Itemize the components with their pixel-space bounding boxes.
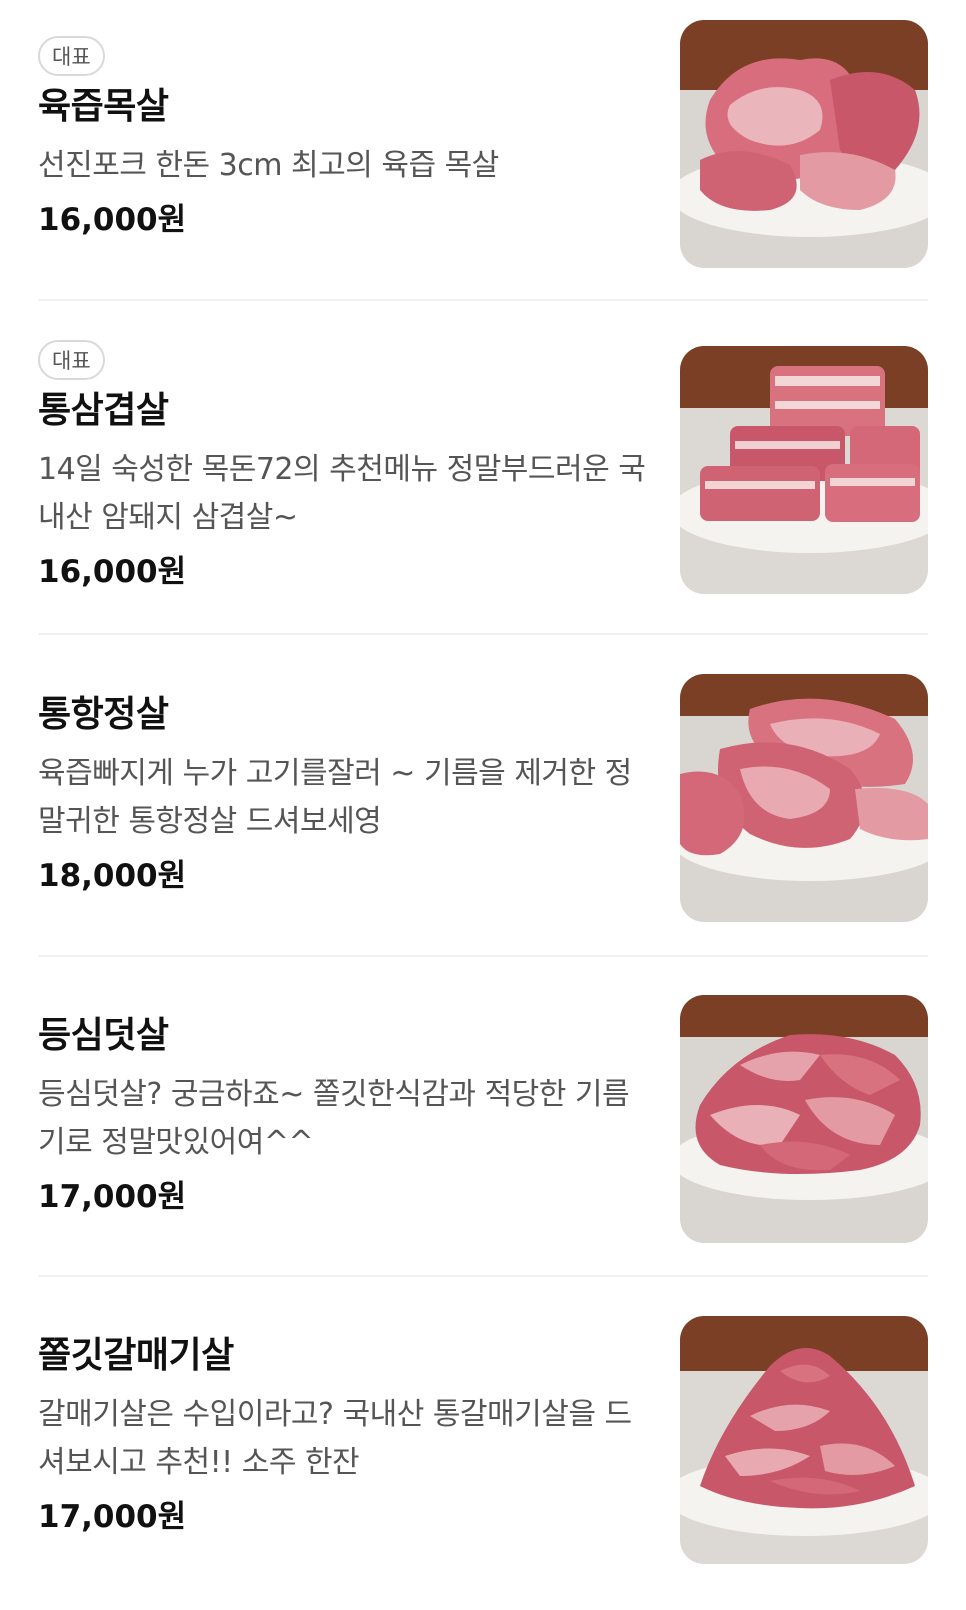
menu-item-description: 등심덧살? 궁금하죠~ 쫄깃한식감과 적당한 기름기로 정말맛있어여^^ [38, 1077, 630, 1160]
pork-jowl-plate-photo[interactable] [680, 674, 928, 922]
menu-item-price: 17,000원 [38, 1499, 187, 1535]
menu-item-name: 통삼겹살 [38, 390, 169, 431]
pork-skirt-plate-photo[interactable] [680, 1316, 928, 1564]
menu-item-name: 등심덧살 [38, 1015, 169, 1056]
menu-item-name: 육즙목살 [38, 86, 169, 127]
pork-belly-plate-photo[interactable] [680, 346, 928, 594]
menu-item-yukjeup-moksal[interactable]: 대표 육즙목살 선진포크 한돈 3cm 최고의 육즙 목살 16,000원 [38, 20, 928, 268]
pork-neck-plate-photo[interactable] [680, 20, 928, 268]
menu-item-text: 대표 육즙목살 선진포크 한돈 3cm 최고의 육즙 목살 16,000원 [38, 36, 648, 242]
menu-item-price: 16,000원 [38, 202, 187, 238]
menu-item-description: 갈매기살은 수입이라고? 국내산 통갈매기살을 드셔보시고 추천!! 소주 한잔 [38, 1397, 632, 1480]
menu-item-description: 육즙빠지게 누가 고기를잘러 ~ 기름을 제거한 정말귀한 통항정살 드셔보세영 [38, 756, 632, 839]
menu-item-name: 쫄깃갈매기살 [38, 1335, 234, 1376]
menu-item-description: 14일 숙성한 목돈72의 추천메뉴 정말부드러운 국내산 암돼지 삼겹살~ [38, 452, 646, 535]
menu-item-deungsim-deotsal[interactable]: 등심덧살 등심덧살? 궁금하죠~ 쫄깃한식감과 적당한 기름기로 정말맛있어여^… [38, 995, 928, 1243]
menu-item-price: 16,000원 [38, 554, 187, 590]
menu-item-jjolgit-galmaegisal[interactable]: 쫄깃갈매기살 갈매기살은 수입이라고? 국내산 통갈매기살을 드셔보시고 추천!… [38, 1316, 928, 1573]
menu-item-description: 선진포크 한돈 3cm 최고의 육즙 목살 [38, 148, 499, 183]
menu-item-price: 18,000원 [38, 858, 187, 894]
signature-badge: 대표 [38, 36, 105, 76]
menu-item-tong-hangjeongsal[interactable]: 통항정살 육즙빠지게 누가 고기를잘러 ~ 기름을 제거한 정말귀한 통항정살 … [38, 674, 928, 922]
menu-item-text: 대표 통삼겹살 14일 숙성한 목돈72의 추천메뉴 정말부드러운 국내산 암돼… [38, 340, 648, 594]
item-divider [38, 955, 928, 957]
menu-item-text: 등심덧살 등심덧살? 궁금하죠~ 쫄깃한식감과 적당한 기름기로 정말맛있어여^… [38, 1013, 648, 1219]
menu-item-name: 통항정살 [38, 694, 169, 735]
item-divider [38, 1275, 928, 1277]
pork-loin-trim-plate-photo[interactable] [680, 995, 928, 1243]
menu-item-tong-samgyeopsal[interactable]: 대표 통삼겹살 14일 숙성한 목돈72의 추천메뉴 정말부드러운 국내산 암돼… [38, 340, 928, 600]
item-divider [38, 299, 928, 301]
menu-item-text: 쫄깃갈매기살 갈매기살은 수입이라고? 국내산 통갈매기살을 드셔보시고 추천!… [38, 1333, 648, 1539]
menu-list: 대표 육즙목살 선진포크 한돈 3cm 최고의 육즙 목살 16,000원 대표… [0, 0, 966, 1610]
menu-item-price: 17,000원 [38, 1179, 187, 1215]
menu-item-text: 통항정살 육즙빠지게 누가 고기를잘러 ~ 기름을 제거한 정말귀한 통항정살 … [38, 692, 648, 898]
item-divider [38, 633, 928, 635]
signature-badge: 대표 [38, 340, 105, 380]
